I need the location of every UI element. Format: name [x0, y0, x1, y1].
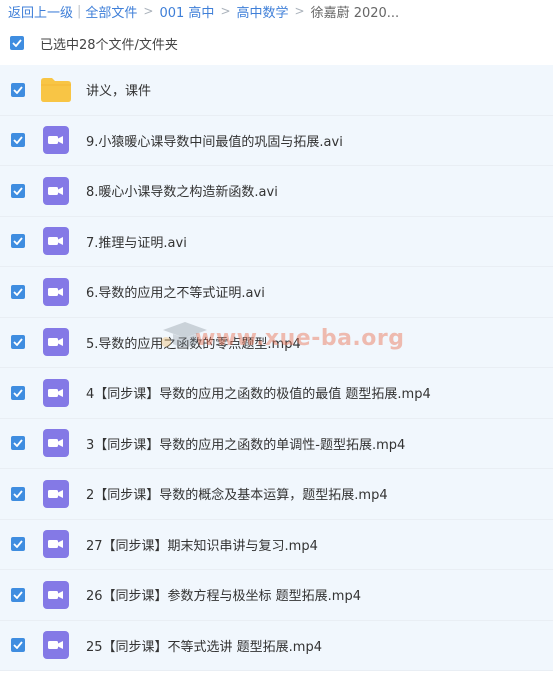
- chevron-right-icon: >: [220, 4, 231, 18]
- file-checkbox[interactable]: [11, 587, 25, 602]
- video-file-icon: [43, 328, 69, 357]
- breadcrumb-divider: |: [77, 3, 82, 19]
- file-checkbox[interactable]: [11, 183, 25, 198]
- file-name[interactable]: 5.导数的应用之函数的零点题型.mp4: [86, 333, 301, 352]
- file-checkbox[interactable]: [11, 486, 25, 501]
- video-file-icon: [43, 378, 69, 407]
- video-file-icon: [43, 126, 69, 155]
- file-row[interactable]: 26【同步课】参数方程与极坐标 题型拓展.mp4: [0, 570, 553, 621]
- file-row[interactable]: 3【同步课】导数的应用之函数的单调性-题型拓展.mp4: [0, 418, 553, 469]
- file-checkbox[interactable]: [11, 82, 25, 97]
- chevron-right-icon: >: [143, 4, 154, 18]
- file-row[interactable]: 7.推理与证明.avi: [0, 216, 553, 267]
- breadcrumb-item-current: 徐嘉蔚 2020...: [310, 5, 400, 21]
- video-file-icon: [43, 631, 69, 660]
- file-name[interactable]: 3【同步课】导数的应用之函数的单调性-题型拓展.mp4: [86, 434, 405, 453]
- file-row[interactable]: 27【同步课】期末知识串讲与复习.mp4: [0, 519, 553, 570]
- file-name[interactable]: 4【同步课】导数的应用之函数的极值的最值 题型拓展.mp4: [86, 383, 431, 402]
- video-file-icon: [43, 277, 69, 306]
- file-list: 讲义，课件 9.小猿暖心课导数中间最值的巩固与拓展.avi 8.暖心小课导数之构造新…: [0, 65, 553, 671]
- file-row[interactable]: 2【同步课】导数的概念及基本运算，题型拓展.mp4: [0, 469, 553, 520]
- file-row[interactable]: 讲义，课件: [0, 65, 553, 116]
- video-file-icon: [43, 479, 69, 508]
- file-name[interactable]: 讲义，课件: [86, 80, 151, 99]
- file-checkbox[interactable]: [11, 234, 25, 249]
- file-checkbox[interactable]: [11, 335, 25, 350]
- file-name[interactable]: 25【同步课】不等式选讲 题型拓展.mp4: [86, 636, 322, 655]
- file-name[interactable]: 7.推理与证明.avi: [86, 232, 187, 251]
- file-name[interactable]: 8.暖心小课导数之构造新函数.avi: [86, 181, 278, 200]
- file-name[interactable]: 27【同步课】期末知识串讲与复习.mp4: [86, 535, 318, 554]
- file-checkbox[interactable]: [11, 385, 25, 400]
- selection-header: 已选中28个文件/文件夹: [0, 21, 553, 65]
- file-name[interactable]: 2【同步课】导数的概念及基本运算，题型拓展.mp4: [86, 484, 388, 503]
- file-checkbox[interactable]: [11, 638, 25, 653]
- video-file-icon: [43, 227, 69, 256]
- file-checkbox[interactable]: [11, 537, 25, 552]
- file-checkbox[interactable]: [11, 284, 25, 299]
- chevron-right-icon: >: [294, 4, 305, 18]
- video-file-icon: [43, 530, 69, 559]
- file-row[interactable]: 5.导数的应用之函数的零点题型.mp4: [0, 317, 553, 368]
- selection-count: 已选中28个文件/文件夹: [40, 37, 178, 53]
- breadcrumb-item-math[interactable]: 高中数学: [237, 2, 289, 21]
- file-checkbox[interactable]: [11, 436, 25, 451]
- video-file-icon: [43, 176, 69, 205]
- file-name[interactable]: 6.导数的应用之不等式证明.avi: [86, 282, 265, 301]
- file-row[interactable]: 25【同步课】不等式选讲 题型拓展.mp4: [0, 620, 553, 671]
- folder-icon: [41, 77, 71, 102]
- video-file-icon: [43, 580, 69, 609]
- file-row[interactable]: 6.导数的应用之不等式证明.avi: [0, 267, 553, 318]
- file-name[interactable]: 9.小猿暖心课导数中间最值的巩固与拓展.avi: [86, 131, 343, 150]
- file-name[interactable]: 26【同步课】参数方程与极坐标 题型拓展.mp4: [86, 585, 361, 604]
- file-checkbox[interactable]: [11, 133, 25, 148]
- file-row[interactable]: 4【同步课】导数的应用之函数的极值的最值 题型拓展.mp4: [0, 368, 553, 419]
- video-file-icon: [43, 429, 69, 458]
- file-row[interactable]: 9.小猿暖心课导数中间最值的巩固与拓展.avi: [0, 115, 553, 166]
- breadcrumb-item-001[interactable]: 001 高中: [159, 2, 214, 21]
- file-row[interactable]: 8.暖心小课导数之构造新函数.avi: [0, 166, 553, 217]
- back-link[interactable]: 返回上一级: [8, 2, 73, 21]
- breadcrumb: 返回上一级 | 全部文件 > 001 高中 > 高中数学 > 徐嘉蔚 2020.…: [0, 0, 553, 21]
- select-all-checkbox[interactable]: [10, 36, 24, 50]
- breadcrumb-item-all-files[interactable]: 全部文件: [85, 2, 137, 21]
